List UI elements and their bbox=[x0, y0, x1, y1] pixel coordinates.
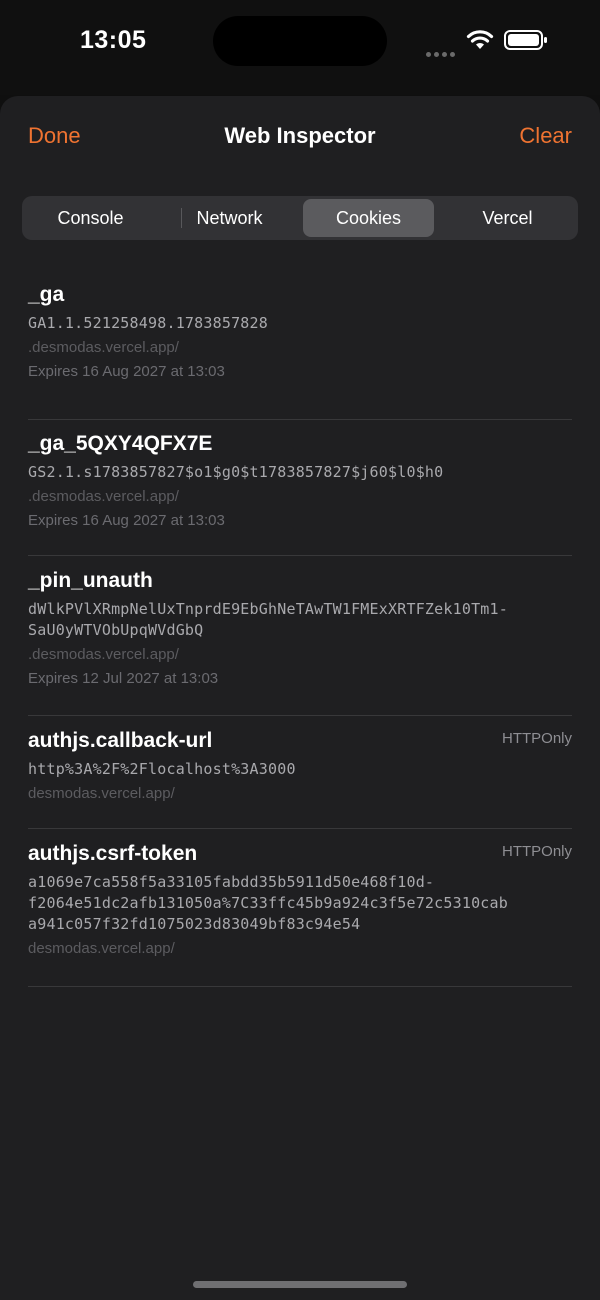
cookie-value-line: a1069e7ca558f5a33105fabdd35b5911d50e468f… bbox=[28, 873, 435, 891]
tab-vercel[interactable]: Vercel bbox=[442, 199, 573, 237]
cookie-value-line: dWlkPVlXRmpNelUxTnprdE9EbGhNeTAwTW1FMExX… bbox=[28, 600, 508, 618]
clear-button[interactable]: Clear bbox=[519, 123, 572, 149]
cookie-domain: .desmodas.vercel.app/ bbox=[28, 339, 179, 356]
tab-network[interactable]: Network bbox=[164, 199, 295, 237]
cookie-name: _ga_5QXY4QFX7E bbox=[28, 432, 213, 455]
cookie-domain: .desmodas.vercel.app/ bbox=[28, 488, 179, 505]
page-title: Web Inspector bbox=[224, 123, 376, 148]
dynamic-island bbox=[213, 16, 387, 66]
home-indicator[interactable] bbox=[193, 1281, 407, 1288]
wifi-icon bbox=[466, 30, 494, 49]
cookie-domain: desmodas.vercel.app/ bbox=[28, 785, 175, 802]
cookie-expires: Expires 16 Aug 2027 at 13:03 bbox=[28, 363, 225, 380]
web-inspector-sheet: Done Web Inspector Clear Console Network… bbox=[0, 96, 600, 1300]
cookie-name: authjs.callback-url bbox=[28, 729, 213, 752]
cookie-value-line: SaU0yWTVObUpqWVdGbQ bbox=[28, 621, 204, 639]
cookie-row[interactable]: authjs.csrf-token HTTPOnly a1069e7ca558f… bbox=[28, 829, 572, 987]
cookie-value: a1069e7ca558f5a33105fabdd35b5911d50e468f… bbox=[28, 872, 572, 935]
cookie-expires: Expires 12 Jul 2027 at 13:03 bbox=[28, 670, 219, 687]
httponly-badge: HTTPOnly bbox=[501, 843, 572, 860]
cookie-domain: .desmodas.vercel.app/ bbox=[28, 646, 179, 663]
cookie-value: dWlkPVlXRmpNelUxTnprdE9EbGhNeTAwTW1FMExX… bbox=[28, 599, 572, 641]
status-bar: 13:05 bbox=[0, 0, 600, 95]
cookie-value: GS2.1.s1783857827$o1$g0$t1783857827$j60$… bbox=[28, 463, 444, 481]
cookie-name: _ga bbox=[28, 283, 65, 306]
cookie-value-line: a941c057f32fd1075023d83049bf83c94e54 bbox=[28, 915, 361, 933]
battery-icon bbox=[504, 30, 547, 50]
cookie-name: _pin_unauth bbox=[28, 569, 153, 592]
navigation-bar: Done Web Inspector Clear bbox=[0, 96, 600, 176]
cookie-expires: Expires 16 Aug 2027 at 13:03 bbox=[28, 512, 225, 529]
status-time: 13:05 bbox=[80, 26, 147, 54]
cookie-row[interactable]: _ga_5QXY4QFX7E GS2.1.s1783857827$o1$g0$t… bbox=[28, 419, 572, 556]
cookie-value-line: f2064e51dc2afb131050a%7C33ffc45b9a924c3f… bbox=[28, 894, 508, 912]
tab-cookies[interactable]: Cookies bbox=[303, 199, 434, 237]
cookie-name: authjs.csrf-token bbox=[28, 842, 198, 865]
cookie-row[interactable]: _ga GA1.1.521258498.1783857828 .desmodas… bbox=[28, 282, 572, 420]
cookie-row[interactable]: _pin_unauth dWlkPVlXRmpNelUxTnprdE9EbGhN… bbox=[28, 556, 572, 716]
cellular-signal-icon bbox=[426, 44, 458, 62]
tab-console[interactable]: Console bbox=[25, 199, 156, 237]
httponly-badge: HTTPOnly bbox=[501, 730, 572, 747]
cookie-value: GA1.1.521258498.1783857828 bbox=[28, 314, 268, 332]
segmented-control: Console Network Cookies Vercel bbox=[22, 196, 578, 240]
cookie-value: http%3A%2F%2Flocalhost%3A3000 bbox=[28, 760, 296, 778]
cookie-domain: desmodas.vercel.app/ bbox=[28, 940, 175, 957]
cookie-row[interactable]: authjs.callback-url HTTPOnly http%3A%2F%… bbox=[28, 716, 572, 829]
